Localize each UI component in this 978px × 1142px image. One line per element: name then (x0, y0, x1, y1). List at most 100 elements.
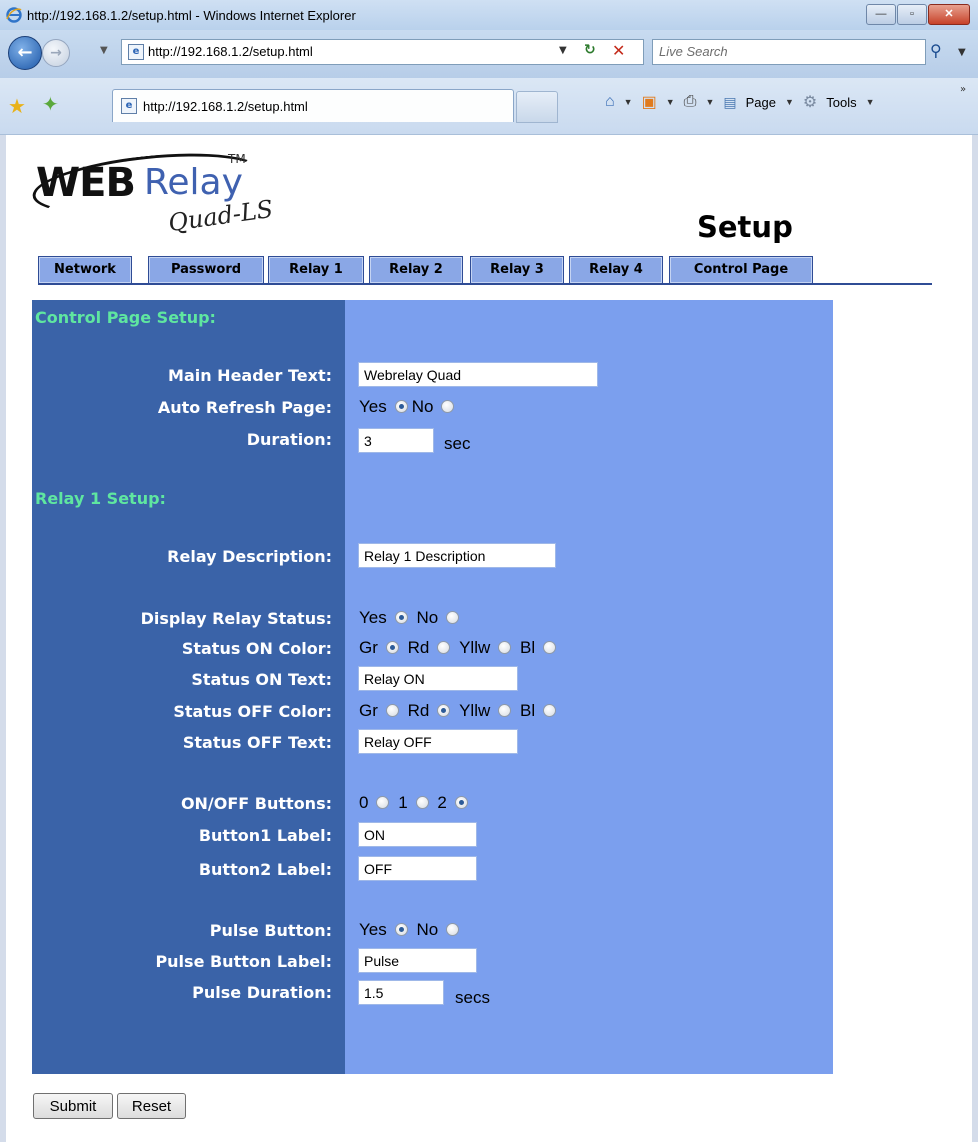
relay-1-section-title: Relay 1 Setup: (35, 489, 166, 508)
feeds-dropdown-icon[interactable]: ▼ (666, 97, 675, 107)
print-dropdown-icon[interactable]: ▼ (705, 97, 714, 107)
off-text-label: Status OFF Text: (182, 733, 332, 752)
display-status-yes-label: Yes (359, 608, 387, 627)
search-input[interactable]: Live Search (652, 39, 926, 65)
ie-logo-icon (6, 7, 22, 23)
window-frame-right (972, 135, 978, 1142)
forward-button[interactable]: → (42, 39, 70, 67)
stop-icon[interactable]: ✕ (612, 41, 625, 60)
off-text-input[interactable]: Relay OFF (358, 729, 518, 754)
buttons-1-label: 1 (398, 793, 408, 812)
add-favorite-icon[interactable]: ✦ (42, 92, 59, 116)
address-bar[interactable]: e http://192.168.1.2/setup.html ▼ ↻ ✕ (121, 39, 644, 65)
button1-input[interactable]: ON (358, 822, 477, 847)
tab-relay-4[interactable]: Relay 4 (569, 256, 663, 283)
on-color-red-radio[interactable] (437, 640, 451, 654)
pulse-duration-input[interactable]: 1.5 (358, 980, 444, 1005)
main-header-label: Main Header Text: (168, 366, 332, 385)
duration-input[interactable]: 3 (358, 428, 434, 453)
page-menu-icon: ▤ (723, 93, 737, 110)
buttons-0-label: 0 (359, 793, 369, 812)
page-dropdown-icon[interactable]: ▼ (785, 97, 794, 107)
display-status-no-radio[interactable] (446, 610, 460, 624)
button2-input[interactable]: OFF (358, 856, 477, 881)
toolbar-overflow-icon[interactable]: » (960, 84, 966, 95)
auto-refresh-no-label: No (411, 397, 434, 416)
tab-password[interactable]: Password (148, 256, 264, 283)
on-color-yellow-label: Yllw (459, 638, 491, 657)
pulse-yes-radio[interactable] (394, 922, 408, 936)
display-status-yes-radio[interactable] (394, 610, 408, 624)
webrelay-logo: WEB Relay TM Quad-LS (29, 144, 296, 242)
pulse-duration-unit: secs (455, 988, 490, 1007)
favorites-star-icon[interactable]: ★ (8, 94, 26, 118)
tab-relay-3[interactable]: Relay 3 (470, 256, 564, 283)
minimize-button[interactable]: — (866, 4, 896, 25)
buttons-0-radio[interactable] (376, 795, 390, 809)
auto-refresh-options: Yes No (359, 397, 458, 417)
tab-control-page[interactable]: Control Page (669, 256, 813, 283)
off-color-green-radio[interactable] (385, 703, 399, 717)
off-color-red-radio[interactable] (437, 703, 451, 717)
back-button[interactable]: ← (8, 36, 42, 70)
relay-description-input[interactable]: Relay 1 Description (358, 543, 556, 568)
window-titlebar: http://192.168.1.2/setup.html - Windows … (0, 0, 978, 30)
search-placeholder: Live Search (659, 44, 728, 59)
address-url[interactable]: http://192.168.1.2/setup.html (148, 44, 313, 59)
back-arrow-icon: ← (17, 42, 33, 63)
close-window-button[interactable]: ✕ (928, 4, 970, 25)
pulse-no-radio[interactable] (446, 922, 460, 936)
pulse-button-label-input[interactable]: Pulse (358, 948, 477, 973)
window-title: http://192.168.1.2/setup.html - Windows … (27, 8, 356, 23)
home-dropdown-icon[interactable]: ▼ (624, 97, 633, 107)
control-page-section-title: Control Page Setup: (35, 308, 216, 327)
tab-relay-2[interactable]: Relay 2 (369, 256, 463, 283)
tools-menu[interactable]: Tools (826, 95, 856, 110)
maximize-button[interactable]: ▫ (897, 4, 927, 25)
tools-dropdown-icon[interactable]: ▼ (866, 97, 875, 107)
history-dropdown-icon[interactable]: ▼ (100, 45, 108, 56)
main-header-input[interactable]: Webrelay Quad (358, 362, 598, 387)
search-icon[interactable]: ⚲ (930, 41, 942, 60)
reset-button[interactable]: Reset (117, 1093, 186, 1119)
display-status-options: Yes No (359, 608, 463, 628)
logo-tm: TM (228, 152, 246, 166)
auto-refresh-yes-radio[interactable] (394, 399, 408, 413)
submit-button[interactable]: Submit (33, 1093, 113, 1119)
tab-relay-1[interactable]: Relay 1 (268, 256, 364, 283)
tab-title: http://192.168.1.2/setup.html (143, 99, 308, 114)
off-color-blue-label: Bl (520, 701, 536, 720)
page-menu[interactable]: Page (746, 95, 776, 110)
tab-network[interactable]: Network (38, 256, 132, 283)
off-color-yellow-radio[interactable] (498, 703, 512, 717)
off-color-yellow-label: Yllw (459, 701, 491, 720)
on-off-buttons-label: ON/OFF Buttons: (180, 794, 332, 813)
on-color-green-radio[interactable] (385, 640, 399, 654)
new-tab-button[interactable] (516, 91, 558, 123)
browser-tab[interactable]: e http://192.168.1.2/setup.html (112, 89, 514, 122)
off-color-blue-radio[interactable] (543, 703, 557, 717)
buttons-1-radio[interactable] (415, 795, 429, 809)
tab-underline (38, 283, 932, 285)
search-options-icon[interactable]: ▼ (958, 47, 966, 58)
print-icon[interactable]: ⎙ (684, 93, 697, 111)
button1-label: Button1 Label: (198, 826, 332, 845)
duration-unit: sec (444, 434, 471, 453)
home-icon[interactable]: ⌂ (605, 93, 615, 111)
refresh-icon[interactable]: ↻ (584, 42, 596, 58)
off-color-label: Status OFF Color: (173, 702, 332, 721)
page-title: Setup (697, 210, 793, 244)
auto-refresh-yes-label: Yes (359, 397, 387, 416)
on-color-red-label: Rd (407, 638, 430, 657)
auto-refresh-no-radio[interactable] (441, 399, 455, 413)
address-toolbar: ← → ▼ e http://192.168.1.2/setup.html ▼ … (0, 30, 978, 78)
on-color-blue-label: Bl (520, 638, 536, 657)
logo-relay-text: Relay (144, 162, 243, 203)
feeds-icon[interactable]: ▣ (642, 92, 657, 112)
on-text-label: Status ON Text: (191, 670, 332, 689)
on-color-blue-radio[interactable] (543, 640, 557, 654)
buttons-2-radio[interactable] (454, 795, 468, 809)
on-color-yellow-radio[interactable] (498, 640, 512, 654)
on-text-input[interactable]: Relay ON (358, 666, 518, 691)
address-dropdown-icon[interactable]: ▼ (559, 45, 567, 56)
